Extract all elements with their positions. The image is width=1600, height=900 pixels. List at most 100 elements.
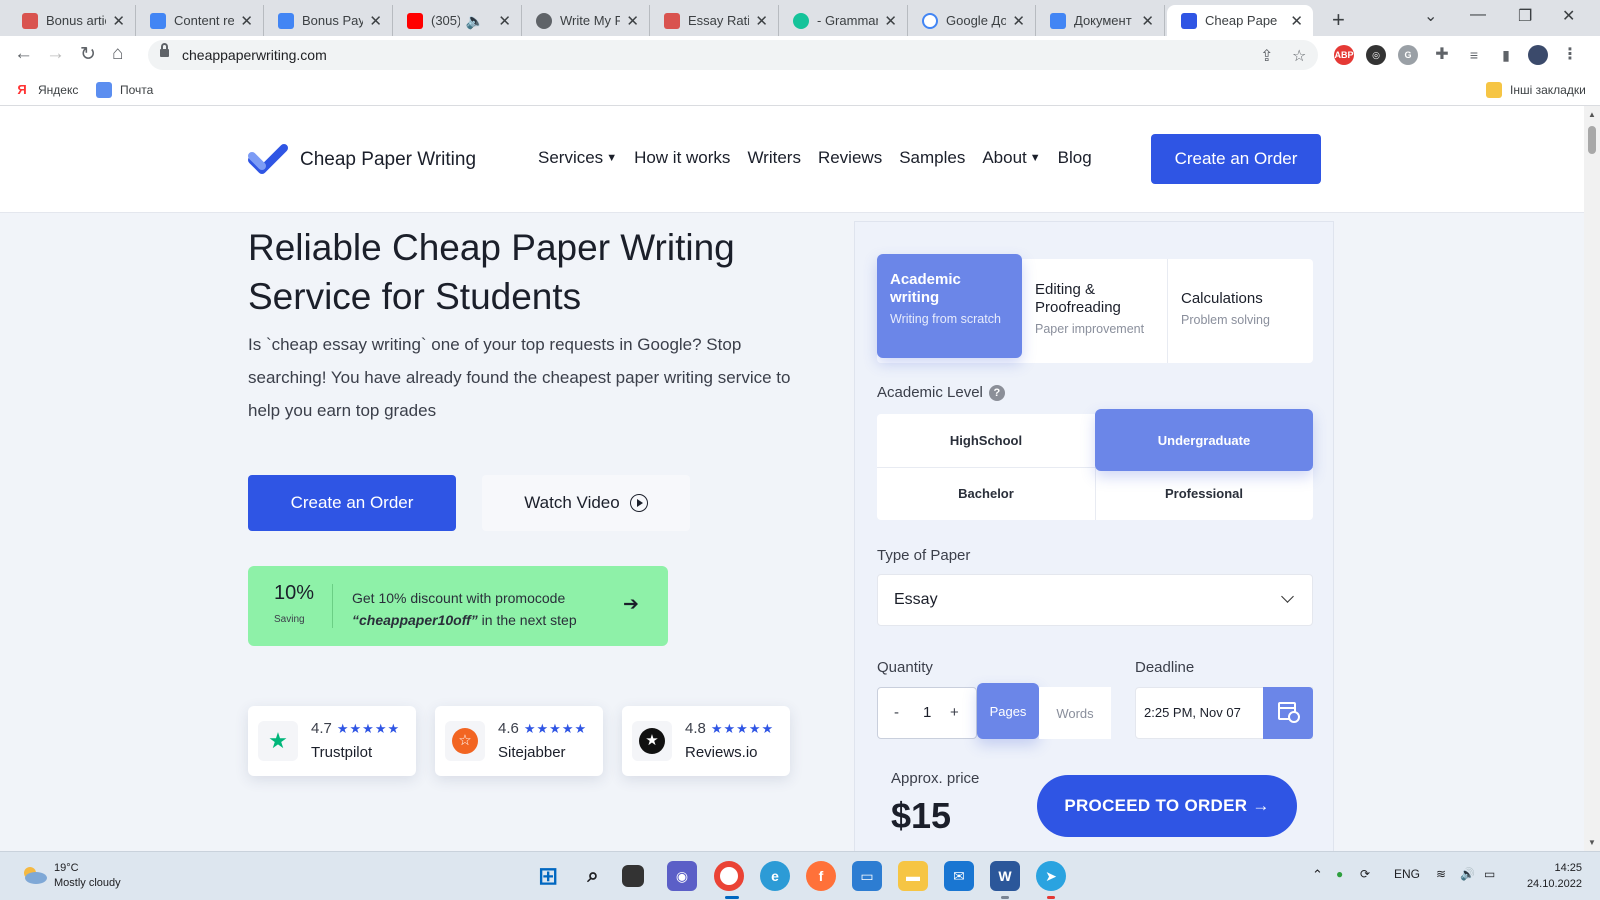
search-icon[interactable]: ⌕ [578, 861, 608, 891]
browser-tab[interactable]: Content rec ✕ [136, 5, 264, 36]
share-icon[interactable]: ⇪ [1260, 46, 1273, 66]
scroll-up-arrow-icon[interactable]: ▲ [1588, 110, 1596, 119]
taskbar-clock[interactable]: 14:25 24.10.2022 [1520, 860, 1582, 892]
nav-services[interactable]: Services ▼ [538, 148, 617, 168]
unit-pages-toggle[interactable]: Pages [977, 683, 1039, 739]
mail-icon[interactable]: ✉ [944, 861, 974, 891]
browser-tab[interactable]: - Grammarl ✕ [779, 5, 908, 36]
review-card-trustpilot[interactable]: ★ 4.7 ★★★★★ Trustpilot [248, 706, 416, 776]
word-icon[interactable]: W [990, 861, 1020, 891]
profile-avatar[interactable] [1528, 45, 1548, 65]
promo-banner[interactable]: 10% Saving Get 10% discount with promoco… [248, 566, 668, 646]
speaker-icon[interactable]: 🔈 [466, 12, 485, 30]
weather-cloud-icon[interactable] [20, 865, 48, 885]
close-icon[interactable]: ✕ [240, 12, 253, 30]
level-undergraduate[interactable]: Undergraduate [1095, 409, 1313, 471]
browser-tab[interactable]: Bonus articl ✕ [8, 5, 136, 36]
close-icon[interactable]: ✕ [1012, 12, 1025, 30]
menu-dots-icon[interactable]: ⋮ [1560, 45, 1580, 65]
nav-samples[interactable]: Samples [899, 148, 965, 168]
reload-icon[interactable]: ↻ [80, 43, 96, 66]
browser-tab[interactable]: Google Дол ✕ [908, 5, 1036, 36]
task-view-icon[interactable] [622, 865, 644, 887]
watch-video-button[interactable]: Watch Video [482, 475, 690, 531]
bookmark-mail[interactable]: Почта [96, 82, 153, 98]
minimize-button[interactable]: — [1470, 6, 1486, 24]
scroll-down-arrow-icon[interactable]: ▼ [1588, 838, 1596, 847]
close-icon[interactable]: ✕ [369, 12, 382, 30]
close-icon[interactable]: ✕ [1290, 12, 1303, 30]
quantity-value[interactable]: 1 [923, 704, 931, 721]
review-card-reviewsio[interactable]: ★ 4.8 ★★★★★ Reviews.io [622, 706, 790, 776]
nav-blog[interactable]: Blog [1058, 148, 1092, 168]
browser-tab[interactable]: Bonus Pay f ✕ [264, 5, 393, 36]
side-panel-icon[interactable]: ▮ [1496, 45, 1516, 65]
close-icon[interactable]: ✕ [112, 12, 125, 30]
media-control-icon[interactable]: ≡ [1464, 45, 1484, 65]
browser-tab-active[interactable]: Cheap Pape ✕ [1167, 5, 1313, 36]
browser-tab[interactable]: (305) D 🔈 ✕ [393, 5, 522, 36]
create-order-button[interactable]: Create an Order [248, 475, 456, 531]
nav-writers[interactable]: Writers [747, 148, 801, 168]
weather-widget[interactable]: 19°C Mostly cloudy [54, 861, 121, 891]
teams-chat-icon[interactable]: ◉ [667, 861, 697, 891]
adblock-icon[interactable]: ABP [1334, 45, 1354, 65]
help-icon[interactable]: ? [988, 385, 1005, 401]
close-window-button[interactable]: ✕ [1562, 6, 1575, 26]
nav-reviews[interactable]: Reviews [818, 148, 882, 168]
decrement-button[interactable]: - [894, 704, 899, 721]
chrome-icon[interactable] [714, 861, 744, 891]
nav-how-it-works[interactable]: How it works [634, 148, 730, 168]
level-bachelor[interactable]: Bachelor [877, 467, 1095, 520]
nav-about[interactable]: About ▼ [982, 148, 1040, 168]
battery-icon[interactable]: ▭ [1484, 867, 1495, 881]
arrow-right-icon[interactable]: ➔ [623, 593, 639, 616]
level-professional[interactable]: Professional [1095, 467, 1313, 520]
url-text[interactable]: cheappaperwriting.com [182, 47, 327, 63]
sync-icon[interactable]: ⟳ [1360, 867, 1370, 881]
firefox-icon[interactable]: f [806, 861, 836, 891]
level-highschool[interactable]: HighSchool [877, 414, 1095, 467]
unit-words-toggle[interactable]: Words [1039, 687, 1111, 739]
telegram-icon[interactable]: ➤ [1036, 861, 1066, 891]
browser-tab[interactable]: Essay Ratin ✕ [650, 5, 779, 36]
wifi-icon[interactable]: ≋ [1436, 867, 1446, 881]
file-explorer-icon[interactable]: ▬ [898, 861, 928, 891]
site-logo[interactable]: Cheap Paper Writing [248, 142, 476, 178]
edge-icon[interactable]: e [760, 861, 790, 891]
paper-type-select[interactable]: Essay [877, 574, 1313, 626]
chevron-up-icon[interactable]: ⌃ [1312, 867, 1323, 883]
service-editing-proofreading[interactable]: Editing & Proofreading Paper improvement [1022, 259, 1167, 363]
service-academic-writing[interactable]: Academic writing Writing from scratch [877, 254, 1022, 358]
windows-start-icon[interactable]: ⊞ [533, 861, 563, 891]
close-icon[interactable]: ✕ [755, 12, 768, 30]
address-bar[interactable]: cheappaperwriting.com ⇪ ☆ [148, 40, 1318, 70]
fingerprint-extension-icon[interactable]: ◎ [1366, 45, 1386, 65]
browser-tab[interactable]: Write My Pa ✕ [522, 5, 650, 36]
page-scrollbar[interactable]: ▲ ▼ [1584, 106, 1600, 851]
volume-icon[interactable]: 🔊 [1460, 867, 1475, 881]
tray-app-icon[interactable]: ● [1336, 867, 1343, 881]
tab-search-icon[interactable]: ⌄ [1424, 6, 1437, 26]
calendar-button[interactable] [1263, 687, 1313, 739]
language-indicator[interactable]: ENG [1394, 867, 1420, 881]
proceed-to-order-button[interactable]: PROCEED TO ORDER → [1037, 775, 1297, 837]
extensions-puzzle-icon[interactable]: ✚ [1432, 45, 1452, 65]
monitor-app-icon[interactable]: ▭ [852, 861, 882, 891]
review-card-sitejabber[interactable]: ☆ 4.6 ★★★★★ Sitejabber [435, 706, 603, 776]
maximize-button[interactable]: ❐ [1518, 6, 1532, 26]
service-calculations[interactable]: Calculations Problem solving [1168, 259, 1313, 363]
close-icon[interactable]: ✕ [1141, 12, 1154, 30]
grammarly-extension-icon[interactable]: G [1398, 45, 1418, 65]
header-create-order-button[interactable]: Create an Order [1151, 134, 1321, 184]
close-icon[interactable]: ✕ [626, 12, 639, 30]
bookmark-star-icon[interactable]: ☆ [1292, 46, 1306, 66]
other-bookmarks[interactable]: Інші закладки [1486, 82, 1586, 98]
scrollbar-thumb[interactable] [1588, 126, 1596, 154]
bookmark-yandex[interactable]: Я Яндекс [14, 82, 78, 98]
close-icon[interactable]: ✕ [884, 12, 897, 30]
increment-button[interactable]: + [950, 704, 959, 721]
new-tab-button[interactable]: + [1332, 7, 1345, 33]
back-arrow-icon[interactable]: ← [14, 43, 33, 65]
browser-tab[interactable]: Документ ✕ [1036, 5, 1165, 36]
